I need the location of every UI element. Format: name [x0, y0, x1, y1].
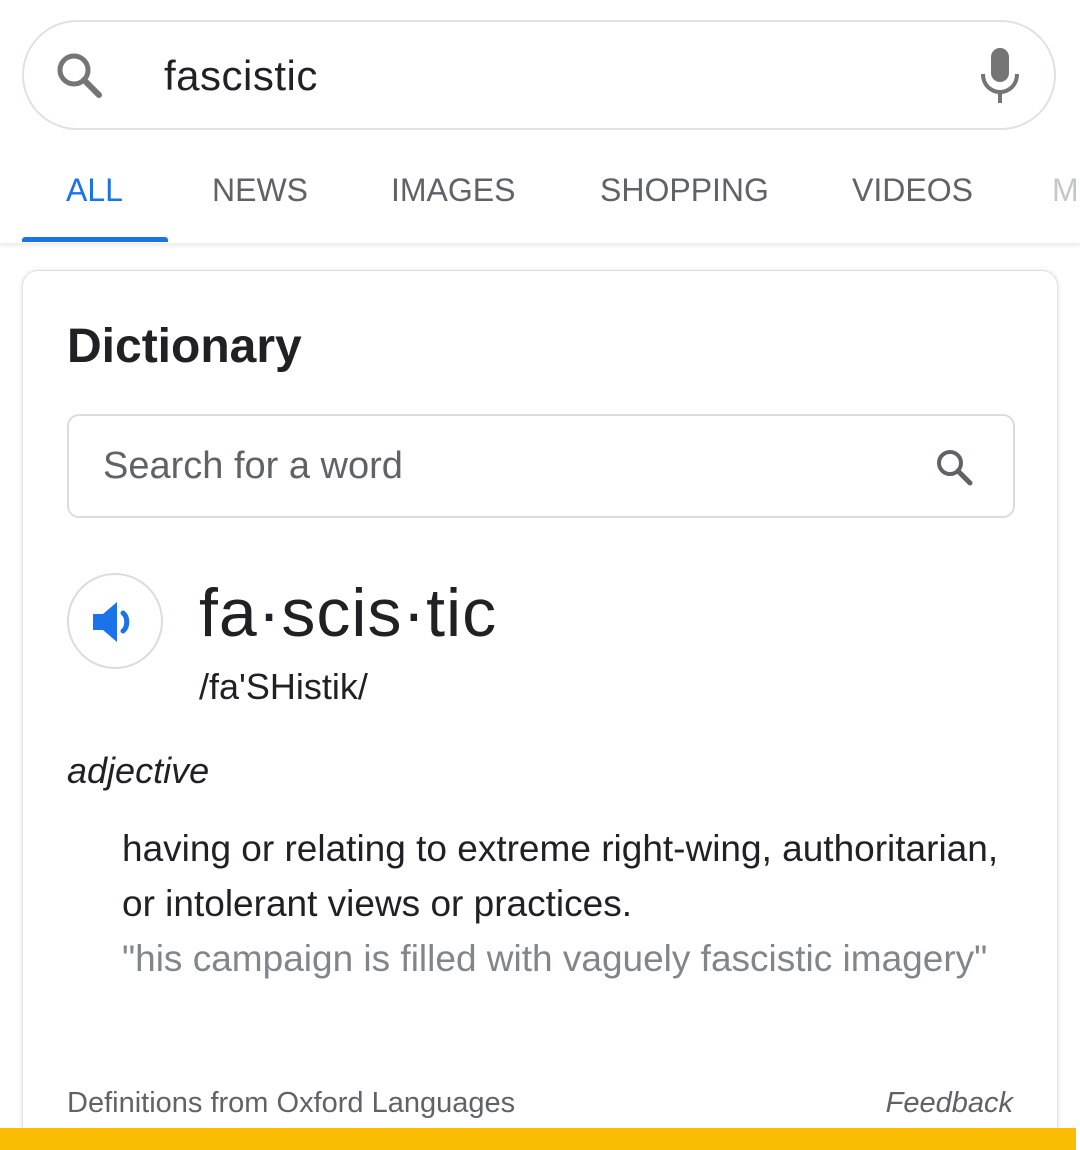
card-title: Dictionary — [67, 320, 302, 373]
active-tab-indicator — [22, 237, 168, 242]
tab-all[interactable]: ALL — [66, 170, 123, 210]
search-tabs: ALL NEWS IMAGES SHOPPING VIDEOS M — [0, 140, 1080, 243]
search-query[interactable]: fascistic — [164, 50, 318, 102]
search-icon[interactable] — [54, 50, 106, 102]
feedback-link[interactable]: Feedback — [886, 1085, 1013, 1121]
bottom-accent-bar — [0, 1128, 1076, 1150]
word-search-placeholder[interactable]: Search for a word — [103, 442, 403, 490]
tab-videos[interactable]: VIDEOS — [852, 170, 973, 210]
search-icon[interactable] — [933, 446, 975, 488]
definitions-source[interactable]: Definitions from Oxford Languages — [67, 1085, 515, 1121]
speaker-icon — [93, 602, 130, 642]
example-sentence: "his campaign is filled with vaguely fas… — [122, 938, 988, 979]
pronunciation-button[interactable] — [67, 573, 163, 669]
tab-news[interactable]: NEWS — [212, 170, 308, 210]
headword: fa·scis·tic — [199, 575, 498, 651]
search-results-page: fascistic ALL NEWS IMAGES SHOPPING VIDEO… — [0, 0, 1080, 1150]
mic-icon[interactable] — [976, 46, 1024, 106]
tab-more[interactable]: M — [1052, 170, 1079, 210]
word-search-input[interactable]: Search for a word — [67, 414, 1015, 518]
phonetic-spelling: /fa'SHistik/ — [199, 666, 368, 707]
part-of-speech: adjective — [67, 750, 210, 791]
definition-text: having or relating to extreme right-wing… — [122, 828, 999, 924]
tab-shopping[interactable]: SHOPPING — [600, 170, 769, 210]
dictionary-card: Dictionary Search for a word fa·scis·tic… — [22, 270, 1058, 1150]
tab-images[interactable]: IMAGES — [391, 170, 515, 210]
search-bar[interactable]: fascistic — [22, 20, 1056, 130]
